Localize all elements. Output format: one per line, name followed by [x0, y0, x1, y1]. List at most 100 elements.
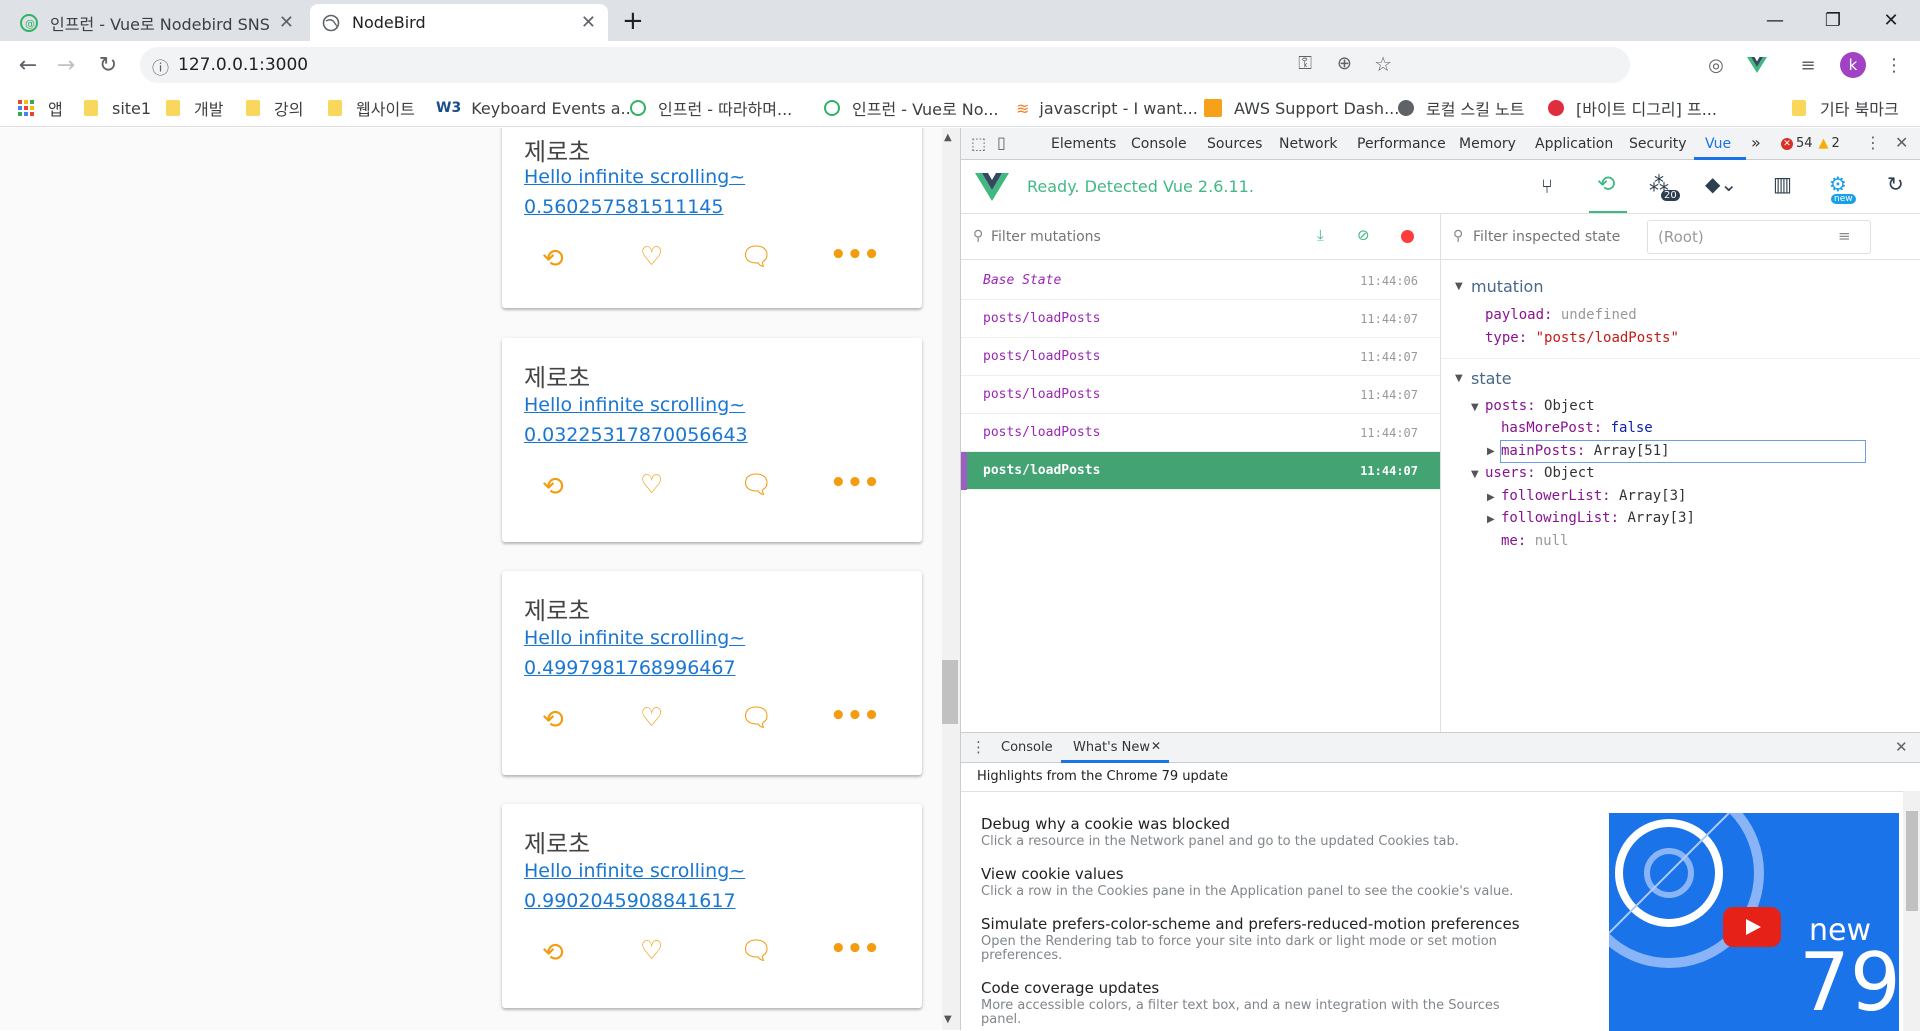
bookmark-keyboard-events[interactable]: W3 Keyboard Events a...	[436, 97, 636, 119]
profile-avatar[interactable]: k	[1840, 52, 1866, 78]
youtube-play-icon[interactable]	[1723, 907, 1781, 947]
whats-new-item-title[interactable]: View cookie values	[981, 865, 1124, 883]
vue-extension-icon[interactable]	[1745, 53, 1769, 77]
bookmark-byte-degree[interactable]: [바이트 디그리] 프...	[1548, 97, 1717, 119]
revert-all-icon[interactable]: ⊘	[1357, 226, 1370, 244]
bookmark-websites[interactable]: 웹사이트	[328, 97, 415, 119]
comment-icon[interactable]: 🗨	[740, 242, 773, 272]
retweet-icon[interactable]: ⟲	[542, 244, 564, 274]
filter-mutations-input[interactable]	[991, 224, 1271, 250]
posts-entry[interactable]: posts: Object	[1485, 398, 1595, 414]
bookmark-inflearn-1[interactable]: 인프런 - 따라하며...	[630, 97, 792, 119]
heart-icon[interactable]: ♡	[640, 936, 663, 966]
bookmark-aws[interactable]: AWS Support Dash...	[1204, 97, 1399, 119]
page-scrollbar[interactable]	[942, 128, 960, 1030]
whats-new-item-title[interactable]: Simulate prefers-color-scheme and prefer…	[981, 915, 1520, 933]
devtools-close-icon[interactable]: ✕	[1895, 133, 1908, 152]
followerlist-entry[interactable]: followerList: Array[3]	[1501, 488, 1686, 504]
expand-triangle[interactable]: ▼	[1455, 373, 1463, 384]
close-window-button[interactable]: ✕	[1862, 0, 1920, 40]
back-button[interactable]: ←	[14, 51, 42, 79]
star-icon[interactable]: ☆	[1374, 52, 1392, 76]
close-icon[interactable]: ✕	[279, 12, 294, 33]
bookmark-other[interactable]: 기타 북마크	[1792, 97, 1899, 119]
media-icon[interactable]: ≡	[1796, 53, 1820, 77]
post-content[interactable]: Hello infinite scrolling~ 0.5602575815111…	[524, 162, 745, 222]
tab-sources[interactable]: Sources	[1207, 136, 1262, 152]
address-bar[interactable]: ⓘ 127.0.0.1:3000 ⚿ ⊕ ☆	[140, 47, 1630, 83]
menu-icon[interactable]: ⋮	[1882, 53, 1906, 77]
post-content[interactable]: Hello infinite scrolling~ 0.4997981768996…	[524, 623, 745, 683]
tab-performance[interactable]: Performance	[1357, 136, 1446, 152]
device-icon[interactable]: ▯	[997, 133, 1006, 152]
routing-icon[interactable]: ◆⌄	[1705, 172, 1737, 196]
tab-vue[interactable]: Vue	[1705, 136, 1731, 152]
mutation-row[interactable]: posts/loadPosts 11:44:07	[961, 300, 1440, 338]
issues-counter[interactable]: ✕ 54 ▲ 2	[1781, 136, 1840, 151]
scroll-down-arrow[interactable]: ▼	[944, 1014, 952, 1025]
bookmark-apps[interactable]: 앱	[18, 97, 63, 119]
tab-security[interactable]: Security	[1629, 136, 1687, 152]
drawer-scrollbar[interactable]	[1903, 791, 1920, 1031]
comment-icon[interactable]: 🗨	[740, 936, 773, 966]
comment-icon[interactable]: 🗨	[740, 470, 773, 500]
mutation-row[interactable]: posts/loadPosts 11:44:07	[961, 414, 1440, 452]
settings-icon[interactable]: ⚙	[1829, 172, 1847, 196]
heart-icon[interactable]: ♡	[640, 242, 663, 272]
forward-button[interactable]: →	[52, 51, 80, 79]
root-select[interactable]: (Root) ≡	[1647, 220, 1871, 254]
filter-lines-icon[interactable]: ≡	[1838, 227, 1851, 245]
tab-memory[interactable]: Memory	[1459, 136, 1516, 152]
mainposts-entry[interactable]: mainPosts: Array[51]	[1501, 443, 1670, 459]
scroll-up-arrow[interactable]: ▲	[944, 132, 952, 143]
drawer-close-icon[interactable]: ✕	[1895, 738, 1908, 756]
page-scrollbar-thumb[interactable]	[942, 660, 958, 724]
more-icon[interactable]: •••	[830, 468, 880, 498]
state-section-header[interactable]: state	[1471, 369, 1512, 388]
refresh-icon[interactable]: ↻	[1887, 172, 1904, 196]
new-tab-button[interactable]: +	[622, 6, 644, 36]
more-icon[interactable]: •••	[830, 934, 880, 964]
expand-triangle[interactable]: ▼	[1455, 281, 1463, 292]
post-content[interactable]: Hello infinite scrolling~ 0.0322531787005…	[524, 390, 748, 450]
comment-icon[interactable]: 🗨	[740, 703, 773, 733]
bookmark-lecture[interactable]: 강의	[246, 97, 303, 119]
more-tabs-icon[interactable]: »	[1751, 133, 1761, 152]
tab-inflearn[interactable]: @ 인프런 - Vue로 Nodebird SNS 만 ✕	[8, 4, 306, 41]
retweet-icon[interactable]: ⟲	[542, 705, 564, 735]
tab-network[interactable]: Network	[1279, 136, 1337, 152]
bookmark-site1[interactable]: site1	[84, 97, 151, 119]
whats-new-item-title[interactable]: Code coverage updates	[981, 979, 1159, 997]
whats-new-item-title[interactable]: Debug why a cookie was blocked	[981, 815, 1230, 833]
drawer-tab-console[interactable]: Console	[1001, 740, 1053, 755]
mutation-row-selected[interactable]: posts/loadPosts 11:44:07	[961, 452, 1440, 490]
expand-triangle[interactable]: ▼	[1471, 402, 1479, 413]
key-icon[interactable]: ⚿	[1298, 53, 1312, 74]
mutation-section-header[interactable]: mutation	[1471, 277, 1543, 296]
close-tab-icon[interactable]: ✕	[1151, 739, 1161, 753]
tab-elements[interactable]: Elements	[1051, 136, 1116, 152]
collapse-triangle[interactable]: ▶	[1487, 446, 1495, 457]
tab-nodebird[interactable]: NodeBird ✕	[310, 4, 608, 41]
info-icon[interactable]: ⓘ	[152, 54, 169, 79]
close-icon[interactable]: ✕	[581, 12, 596, 33]
maximize-button[interactable]: ❐	[1804, 0, 1862, 40]
mutation-row[interactable]: Base State 11:44:06	[961, 262, 1440, 300]
mutation-row[interactable]: posts/loadPosts 11:44:07	[961, 376, 1440, 414]
bookmark-javascript[interactable]: ≋ javascript - I want...	[1016, 97, 1198, 119]
post-content[interactable]: Hello infinite scrolling~ 0.9902045908841…	[524, 856, 745, 916]
retweet-icon[interactable]: ⟲	[542, 938, 564, 968]
record-icon[interactable]	[1401, 230, 1414, 243]
more-icon[interactable]: •••	[830, 240, 880, 270]
tab-console[interactable]: Console	[1131, 136, 1187, 152]
minimize-button[interactable]: —	[1746, 0, 1804, 40]
tab-application[interactable]: Application	[1535, 136, 1613, 152]
followinglist-entry[interactable]: followingList: Array[3]	[1501, 510, 1695, 526]
zoom-icon[interactable]: ⊕	[1337, 53, 1352, 74]
collapse-triangle[interactable]: ▶	[1487, 514, 1495, 525]
commit-all-icon[interactable]: ⤓	[1317, 226, 1324, 244]
heart-icon[interactable]: ♡	[640, 703, 663, 733]
inspect-icon[interactable]: ⬚	[971, 134, 986, 153]
heart-icon[interactable]: ♡	[640, 470, 663, 500]
components-tree-icon[interactable]: ⑂	[1541, 174, 1553, 198]
